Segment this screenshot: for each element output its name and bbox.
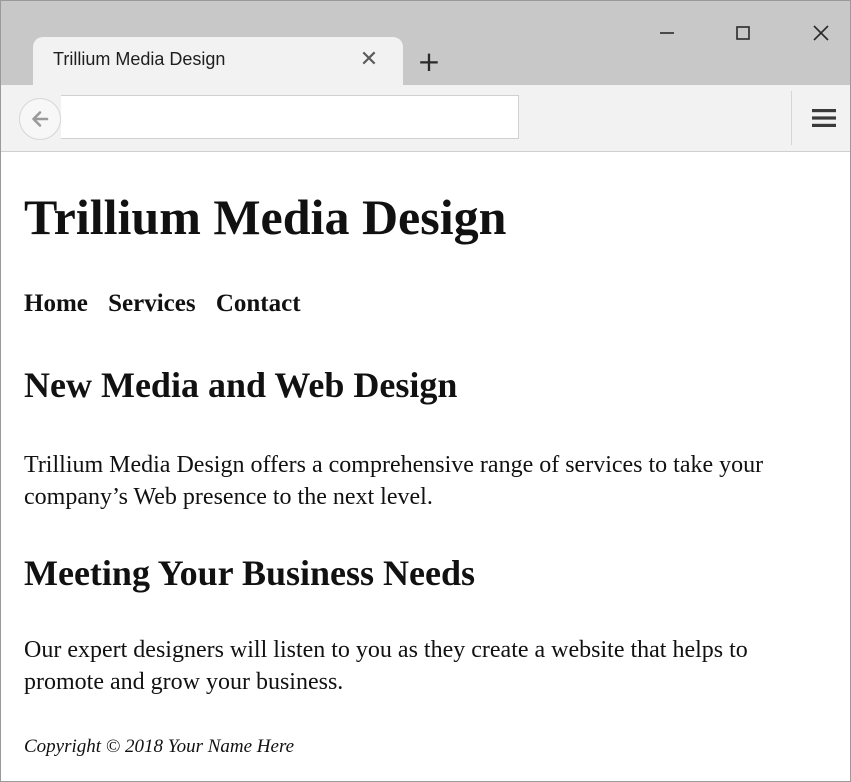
navigation-toolbar [1,85,850,152]
toolbar-divider [791,91,792,145]
back-arrow-icon[interactable] [19,98,61,140]
browser-tab[interactable]: Trillium Media Design ✕ [33,37,403,85]
nav-link-contact[interactable]: Contact [216,290,301,317]
window-close-icon[interactable] [801,13,841,53]
hamburger-icon[interactable] [807,101,841,135]
plus-icon[interactable]: + [413,45,445,78]
section-text-new-media: Trillium Media Design offers a comprehen… [24,452,764,510]
nav-link-services[interactable]: Services [108,290,195,317]
tab-title: Trillium Media Design [53,49,226,69]
maximize-icon[interactable] [723,13,763,53]
section-heading-new-media: New Media and Web Design [24,365,458,405]
copyright-footer: Copyright © 2018 Your Name Here [24,736,295,757]
section-text-business-needs: Our expert designers will listen to you … [24,637,748,695]
site-navigation: Home Services Contact [24,290,315,318]
site-title: Trillium Media Design [24,189,507,245]
address-bar[interactable] [61,95,519,139]
minimize-icon[interactable] [647,13,687,53]
browser-window: Trillium Media Design ✕ + Trillium Media… [0,0,851,782]
close-icon[interactable]: ✕ [355,45,383,73]
section-heading-business-needs: Meeting Your Business Needs [24,553,476,593]
title-bar: Trillium Media Design ✕ + [1,1,850,85]
nav-link-home[interactable]: Home [24,290,88,317]
